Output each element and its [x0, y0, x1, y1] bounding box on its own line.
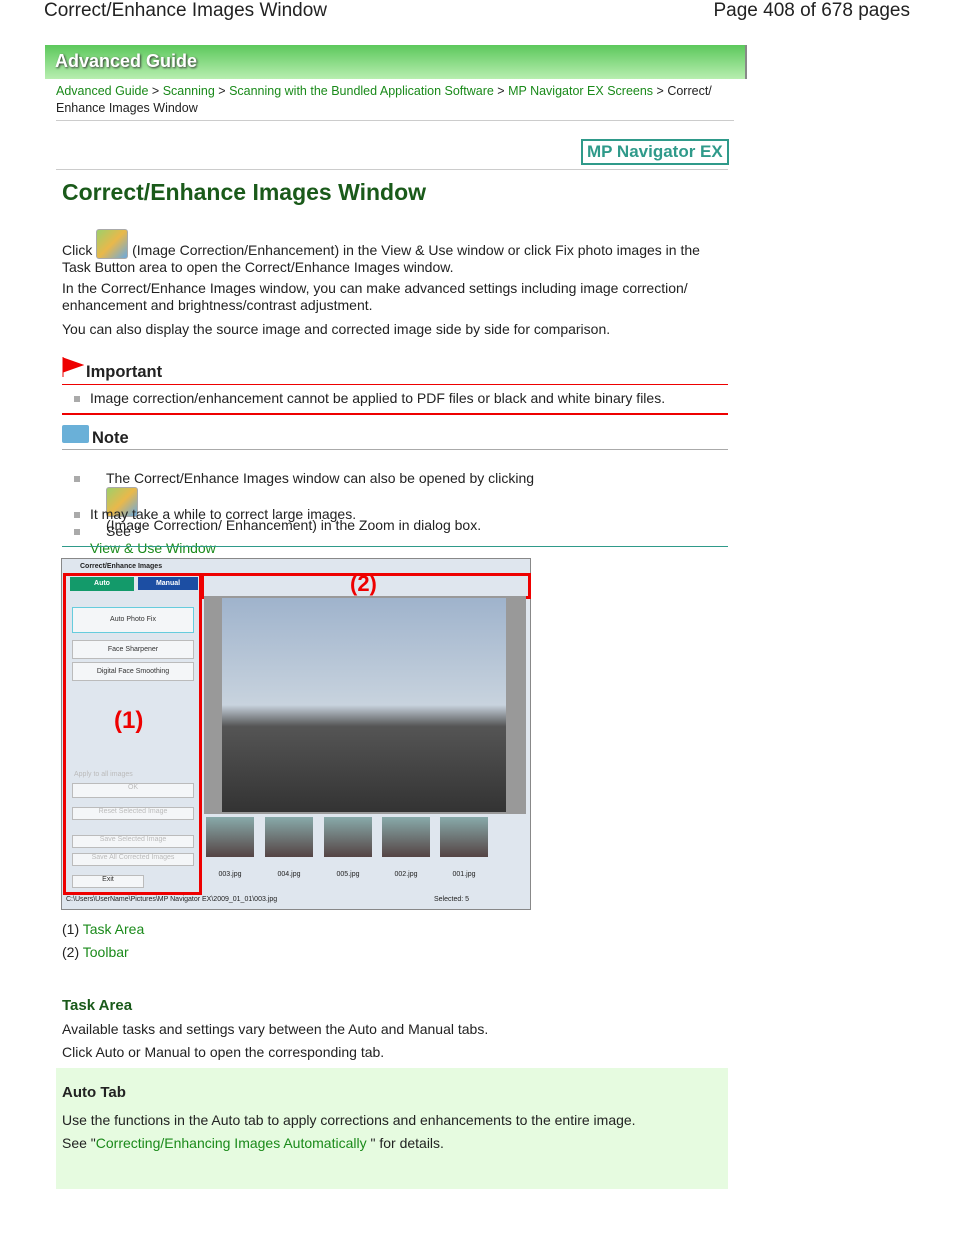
crumb-scanning[interactable]: Scanning: [163, 84, 215, 98]
reset-button[interactable]: Reset Selected Image: [72, 807, 194, 820]
important-flag-icon: [62, 357, 85, 377]
label-task-area: (1): [114, 707, 144, 734]
important-item: Image correction/enhancement cannot be a…: [74, 390, 724, 407]
tab-auto[interactable]: Auto: [70, 577, 134, 591]
task-area-text: Click Auto or Manual to open the corresp…: [62, 1044, 385, 1060]
digital-face-smoothing-button[interactable]: Digital Face Smoothing: [72, 662, 194, 681]
status-selected: Selected: 5: [434, 896, 470, 903]
exit-button[interactable]: Exit: [72, 875, 144, 888]
save-all-button[interactable]: Save All Corrected Images: [72, 853, 194, 866]
legend-item: (2) Toolbar: [62, 944, 129, 960]
divider: [62, 546, 728, 547]
preview-image: [222, 598, 506, 812]
task-area-heading: Task Area: [62, 997, 133, 1014]
document-title: Correct/Enhance Images Window: [44, 0, 328, 21]
auto-photo-fix-button[interactable]: Auto Photo Fix: [72, 607, 194, 633]
intro-paragraph-1: Click (Image Correction/Enhancement) in …: [62, 229, 728, 276]
product-badge: MP Navigator EX: [581, 139, 729, 165]
divider: [56, 120, 734, 121]
note-book-icon: [62, 425, 89, 443]
ok-button[interactable]: OK: [72, 783, 194, 798]
crumb-advanced-guide[interactable]: Advanced Guide: [56, 84, 148, 98]
thumbnail[interactable]: [440, 817, 488, 857]
task-area-link[interactable]: Task Area: [83, 921, 144, 937]
page-title: Correct/Enhance Images Window: [62, 179, 427, 205]
divider: [56, 169, 728, 170]
thumbnail[interactable]: [382, 817, 430, 857]
toolbar-link[interactable]: Toolbar: [83, 944, 129, 960]
auto-tab-heading: Auto Tab: [62, 1084, 126, 1101]
auto-correct-link[interactable]: Correcting/Enhancing Images Automaticall…: [96, 1135, 367, 1151]
view-use-window-link[interactable]: View & Use Window: [90, 540, 216, 556]
tab-manual[interactable]: Manual: [138, 577, 198, 590]
thumbnail[interactable]: [265, 817, 313, 857]
auto-tab-text: See "Correcting/Enhancing Images Automat…: [62, 1135, 444, 1151]
image-correction-icon: [96, 229, 129, 259]
task-area-text: Available tasks and settings vary betwee…: [62, 1021, 489, 1037]
note-heading: Note: [92, 429, 129, 447]
note-item: It may take a while to correct large ima…: [74, 506, 724, 523]
thumbnail[interactable]: [206, 817, 254, 857]
preview-area: [204, 596, 526, 814]
crumb-mp-navigator-screens[interactable]: MP Navigator EX Screens: [508, 84, 653, 98]
face-sharpener-button[interactable]: Face Sharpener: [72, 640, 194, 659]
breadcrumb: Advanced Guide > Scanning > Scanning wit…: [56, 84, 712, 115]
page-number: Page 408 of 678 pages: [713, 0, 910, 21]
label-toolbar: (2): [350, 571, 377, 596]
window-screenshot: Correct/Enhance Images Auto Manual Auto …: [61, 558, 531, 910]
divider: [62, 449, 728, 450]
intro-paragraph-3: You can also display the source image an…: [62, 321, 611, 337]
thumbnail[interactable]: [324, 817, 372, 857]
auto-tab-text: Use the functions in the Auto tab to app…: [62, 1112, 636, 1128]
intro-paragraph-2: In the Correct/Enhance Images window, yo…: [62, 280, 688, 313]
status-path: C:\Users\UserName\Pictures\MP Navigator …: [66, 896, 278, 903]
important-heading: Important: [86, 363, 163, 381]
save-selected-button[interactable]: Save Selected Image: [72, 835, 194, 848]
section-band: Advanced Guide: [45, 45, 747, 79]
legend-item: (1) Task Area: [62, 921, 145, 937]
crumb-bundled-software[interactable]: Scanning with the Bundled Application So…: [229, 84, 494, 98]
apply-all-checkbox[interactable]: Apply to all images: [74, 771, 133, 778]
